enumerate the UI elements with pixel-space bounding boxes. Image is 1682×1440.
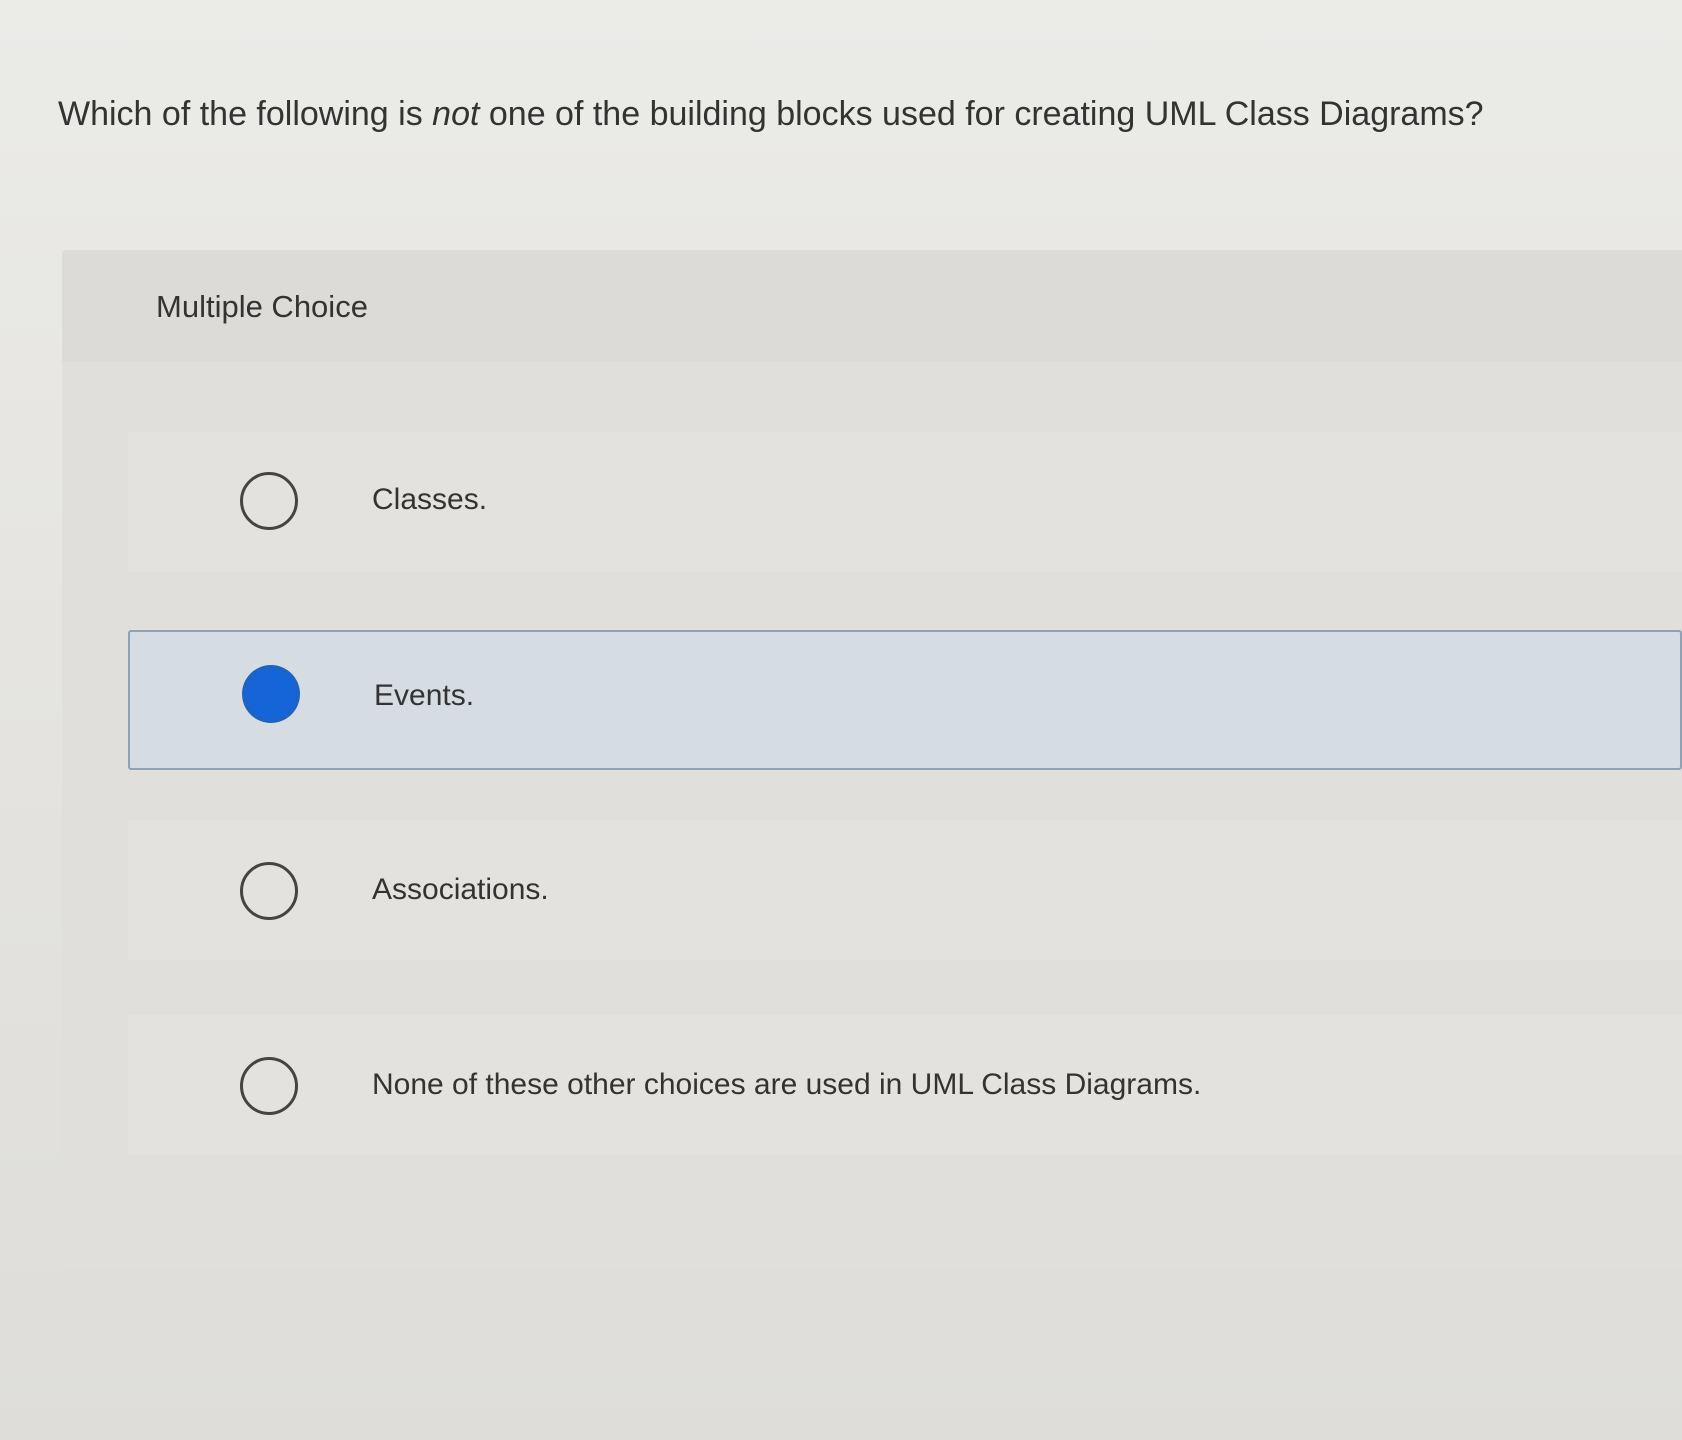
choice-associations[interactable]: Associations. (128, 820, 1682, 960)
radio-unselected-icon[interactable] (240, 862, 298, 920)
panel-header: Multiple Choice (62, 250, 1682, 362)
choice-events[interactable]: Events. (128, 630, 1682, 770)
question-text-after: one of the building blocks used for crea… (479, 95, 1484, 133)
quiz-page: Which of the following is not one of the… (0, 0, 1682, 1440)
question-emphasis: not (432, 95, 480, 133)
radio-unselected-icon[interactable] (240, 472, 298, 530)
radio-selected-icon[interactable] (242, 665, 300, 723)
choice-classes[interactable]: Classes. (128, 432, 1682, 572)
radio-unselected-icon[interactable] (240, 1057, 298, 1115)
multiple-choice-panel: Multiple Choice Classes. Events. Associa… (62, 250, 1682, 1270)
choice-none-of-these[interactable]: None of these other choices are used in … (128, 1015, 1682, 1155)
choice-label: Events. (374, 679, 475, 712)
choice-label: Associations. (372, 873, 549, 906)
question-text-before: Which of the following is (58, 95, 433, 133)
choice-label: Classes. (372, 483, 488, 516)
question-text: Which of the following is not one of the… (58, 92, 1618, 136)
question-type-label: Multiple Choice (156, 289, 368, 324)
choice-label: None of these other choices are used in … (372, 1068, 1202, 1101)
